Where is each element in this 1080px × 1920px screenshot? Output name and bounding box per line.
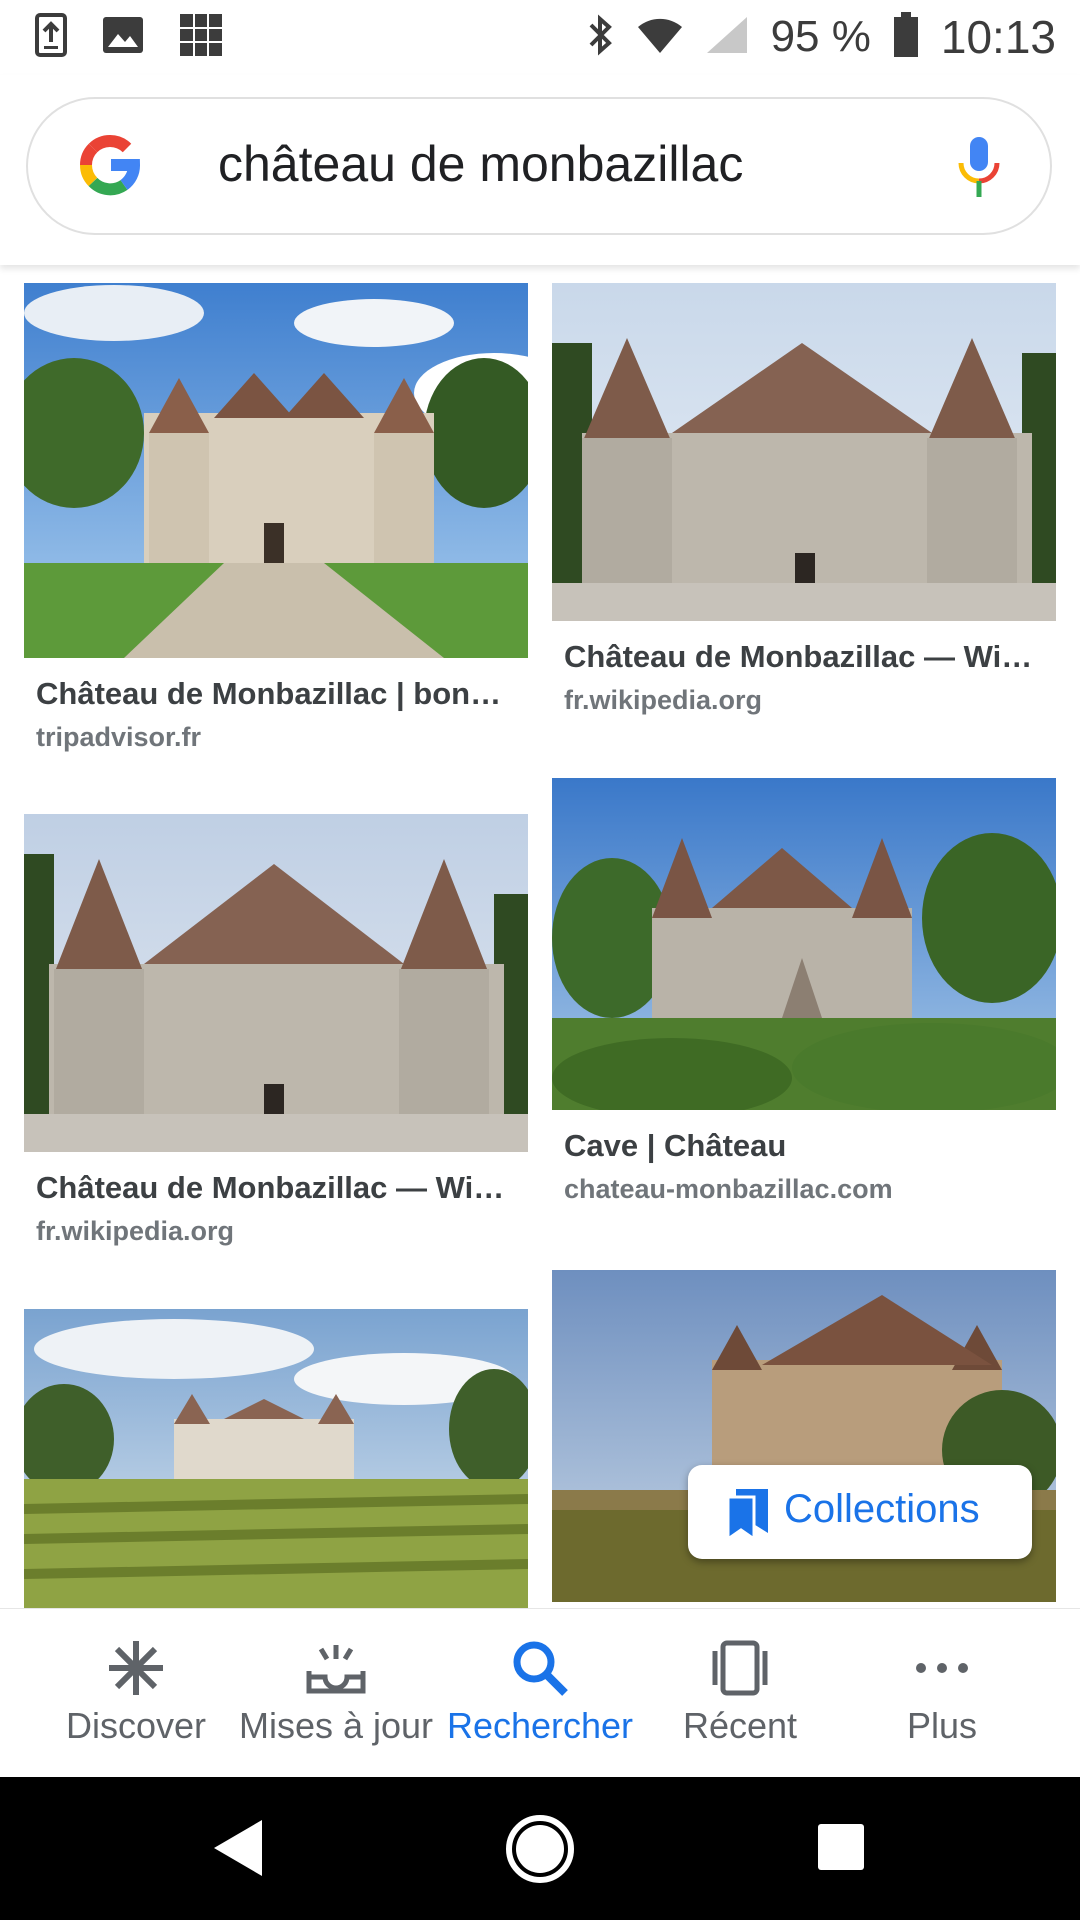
collections-button[interactable]: Collections: [688, 1465, 1032, 1559]
nav-more[interactable]: Plus: [842, 1609, 1042, 1777]
nav-search[interactable]: Rechercher: [440, 1609, 640, 1777]
image-result-card[interactable]: Château de Monbazillac — Wi… fr.wikipedi…: [24, 814, 528, 1247]
bottom-navigation: Discover Mises à jour Rechercher Récent …: [0, 1608, 1080, 1777]
result-title[interactable]: Château de Monbazillac | bon…: [36, 676, 516, 712]
result-source[interactable]: tripadvisor.fr: [36, 722, 516, 753]
back-icon[interactable]: [212, 1818, 264, 1883]
nav-recent[interactable]: Récent: [640, 1609, 840, 1777]
home-icon[interactable]: [505, 1814, 575, 1889]
result-title[interactable]: Château de Monbazillac — Wi…: [36, 1170, 516, 1206]
search-box[interactable]: château de monbazillac: [26, 97, 1052, 235]
more-dots-icon: [911, 1637, 973, 1704]
cell-signal-icon: [705, 15, 749, 60]
recent-cards-icon: [709, 1637, 771, 1704]
result-source[interactable]: fr.wikipedia.org: [564, 685, 1044, 716]
bookmarks-icon: [724, 1487, 772, 1546]
nav-discover[interactable]: Discover: [36, 1609, 236, 1777]
result-source[interactable]: fr.wikipedia.org: [36, 1216, 516, 1247]
image-notification-icon: [102, 16, 144, 59]
result-thumbnail[interactable]: [24, 1309, 528, 1608]
system-navigation-bar: [0, 1776, 1080, 1920]
result-source[interactable]: chateau-monbazillac.com: [564, 1174, 1044, 1205]
result-thumbnail[interactable]: [552, 778, 1056, 1110]
result-thumbnail[interactable]: [24, 283, 528, 658]
asterisk-icon: [105, 1637, 167, 1704]
result-thumbnail[interactable]: [552, 283, 1056, 621]
collections-label: Collections: [784, 1487, 980, 1531]
image-result-card[interactable]: Cave | Château chateau-monbazillac.com: [552, 778, 1056, 1205]
image-results-grid: Château de Monbazillac | bon… tripadviso…: [0, 265, 1080, 1608]
search-query-text[interactable]: château de monbazillac: [218, 135, 743, 193]
nav-label: Plus: [906, 1705, 978, 1746]
status-bar: 95 % 10:13: [0, 0, 1080, 75]
image-result-card[interactable]: Château de Monbazillac — Wi… fr.wikipedi…: [552, 283, 1056, 716]
clock: 10:13: [940, 11, 1056, 63]
google-logo-icon[interactable]: [72, 127, 148, 208]
image-result-card[interactable]: [24, 1309, 528, 1608]
inbox-updates-icon: [305, 1637, 367, 1704]
microphone-icon[interactable]: [956, 135, 1002, 206]
wifi-icon: [637, 15, 683, 60]
search-icon: [509, 1637, 571, 1704]
search-header: château de monbazillac: [0, 75, 1080, 265]
image-result-card[interactable]: Château de Monbazillac | bon… tripadviso…: [24, 283, 528, 753]
result-title[interactable]: Château de Monbazillac — Wi…: [564, 639, 1044, 675]
battery-percent: 95 %: [770, 12, 871, 61]
result-thumbnail[interactable]: [24, 814, 528, 1152]
overview-icon[interactable]: [818, 1824, 864, 1875]
nav-updates[interactable]: Mises à jour: [236, 1609, 436, 1777]
battery-icon: [893, 11, 919, 63]
bluetooth-icon: [587, 13, 615, 62]
download-notification-icon: [34, 12, 68, 63]
result-title[interactable]: Cave | Château: [564, 1128, 1044, 1164]
photo-notification-icon: [178, 12, 224, 63]
